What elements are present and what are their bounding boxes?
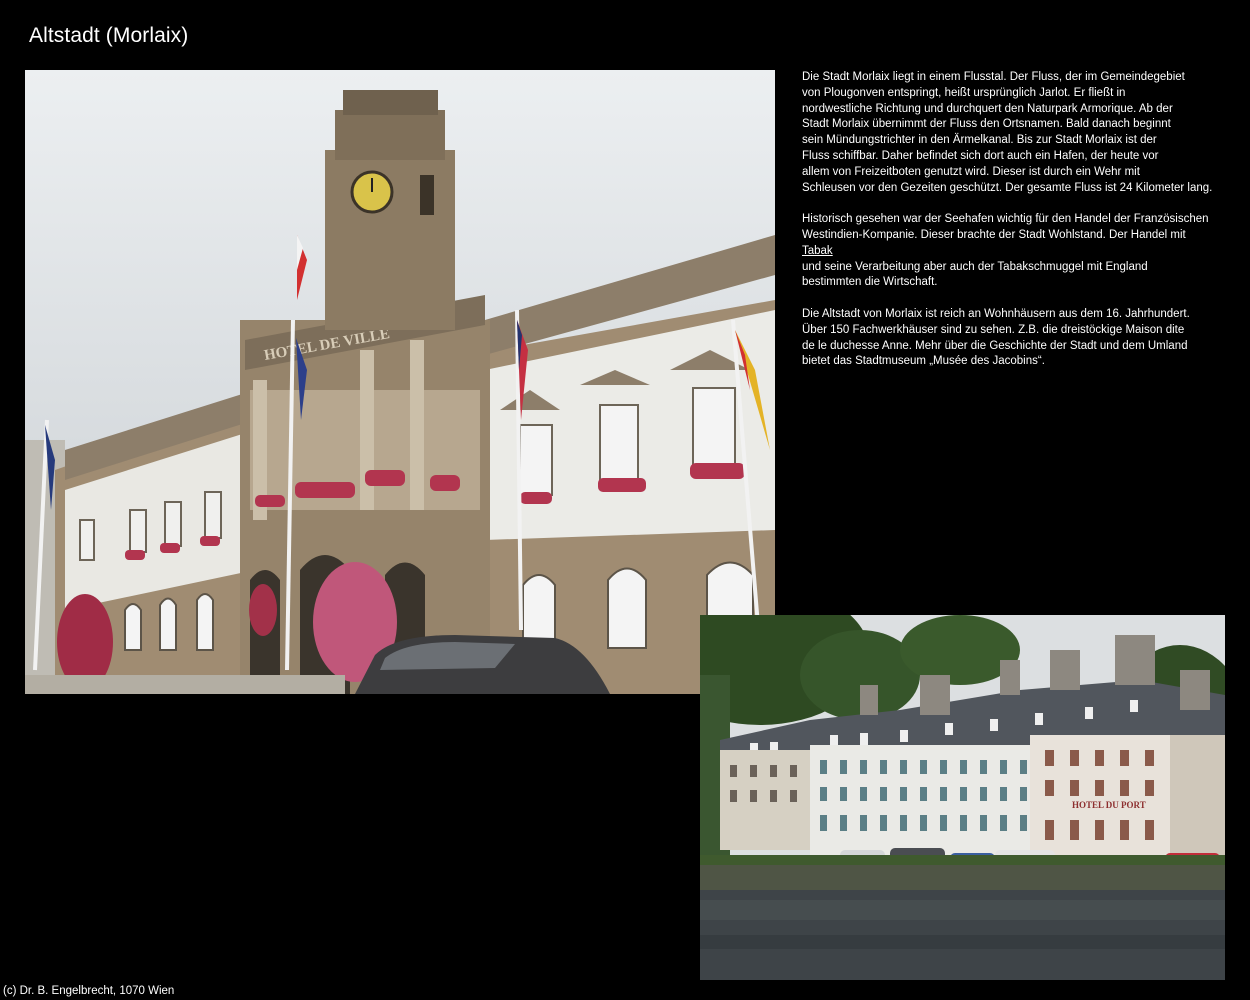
harbour-image: HOTEL DU PORT [700,615,1225,980]
town-hall-photo[interactable]: HOTEL DE VILLE [25,70,775,694]
copyright-notice: (c) Dr. B. Engelbrecht, 1070 Wien [3,985,175,997]
description-text: Die Stadt Morlaix liegt in einem Flussta… [802,70,1242,386]
paragraph-old-town: Die Altstadt von Morlaix ist reich an Wo… [802,307,1190,368]
harbour-hotel-sign: HOTEL DU PORT [1072,800,1146,810]
paragraph-history: Historisch gesehen war der Seehafen wich… [802,213,1209,289]
paragraph-river: Die Stadt Morlaix liegt in einem Flussta… [802,71,1213,194]
page-title: Altstadt (Morlaix) [29,24,189,47]
town-hall-image: HOTEL DE VILLE [25,70,775,694]
tabak-link[interactable]: Tabak [802,245,833,257]
harbour-photo[interactable]: HOTEL DU PORT [700,615,1225,980]
